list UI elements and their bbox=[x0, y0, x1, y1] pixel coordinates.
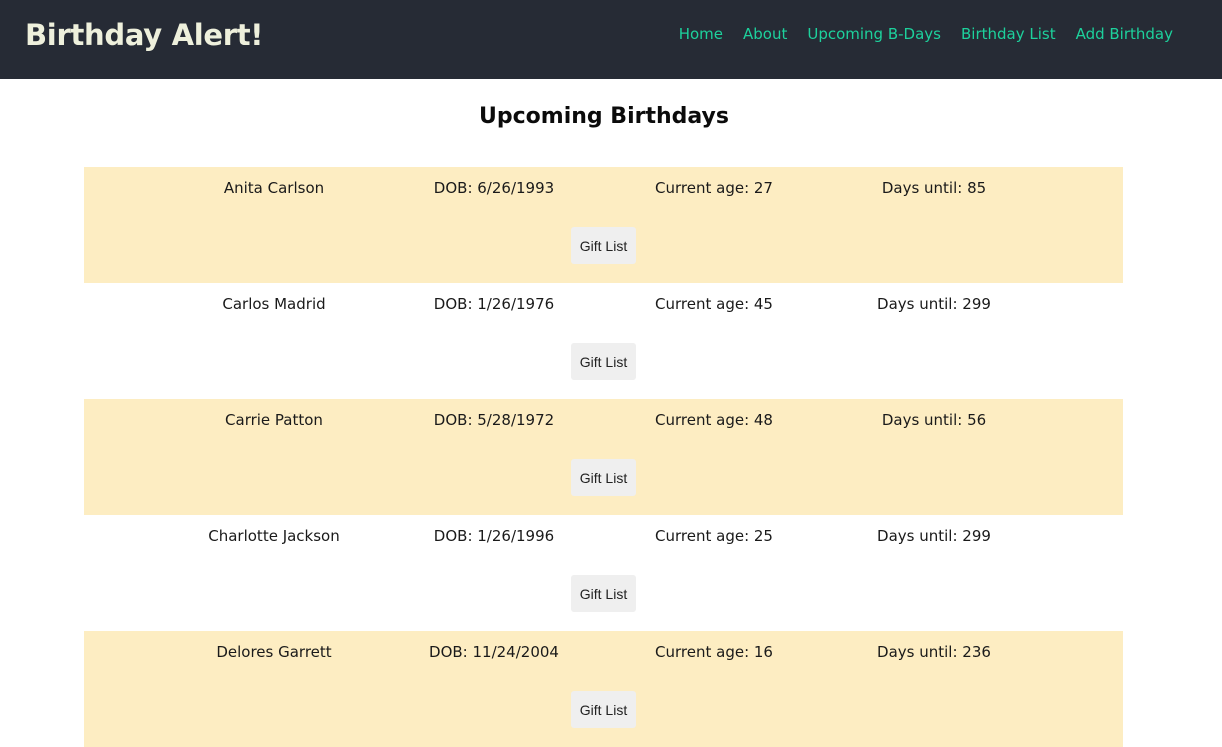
birthday-row: Charlotte Jackson DOB: 1/26/1996 Current… bbox=[84, 515, 1123, 631]
days-until: Days until: 299 bbox=[877, 295, 991, 313]
person-name: Carrie Patton bbox=[225, 411, 323, 429]
gift-list-button[interactable]: Gift List bbox=[571, 575, 636, 612]
date-of-birth: DOB: 11/24/2004 bbox=[429, 643, 559, 661]
days-until: Days until: 56 bbox=[881, 411, 987, 429]
days-until: Days until: 299 bbox=[877, 527, 991, 545]
gift-list-button[interactable]: Gift List bbox=[571, 227, 636, 264]
top-navbar: Birthday Alert! Home About Upcoming B-Da… bbox=[0, 0, 1222, 79]
person-name: Delores Garrett bbox=[216, 643, 332, 661]
current-age: Current age: 45 bbox=[655, 295, 773, 313]
days-until: Days until: 85 bbox=[881, 179, 987, 197]
gift-list-button[interactable]: Gift List bbox=[571, 459, 636, 496]
nav-links: Home About Upcoming B-Days Birthday List… bbox=[679, 23, 1173, 45]
nav-link-upcoming-bdays[interactable]: Upcoming B-Days bbox=[807, 23, 941, 45]
person-name: Anita Carlson bbox=[223, 179, 325, 197]
date-of-birth: DOB: 6/26/1993 bbox=[433, 179, 555, 197]
days-until: Days until: 236 bbox=[877, 643, 991, 661]
date-of-birth: DOB: 5/28/1972 bbox=[433, 411, 555, 429]
person-name: Charlotte Jackson bbox=[208, 527, 340, 545]
gift-list-button[interactable]: Gift List bbox=[571, 691, 636, 728]
gift-list-button[interactable]: Gift List bbox=[571, 343, 636, 380]
current-age: Current age: 48 bbox=[655, 411, 773, 429]
brand-title[interactable]: Birthday Alert! bbox=[25, 16, 264, 54]
birthday-row: Anita Carlson DOB: 6/26/1993 Current age… bbox=[84, 167, 1123, 283]
current-age: Current age: 27 bbox=[655, 179, 773, 197]
nav-link-home[interactable]: Home bbox=[679, 23, 723, 45]
date-of-birth: DOB: 1/26/1996 bbox=[433, 527, 555, 545]
nav-link-add-birthday[interactable]: Add Birthday bbox=[1076, 23, 1173, 45]
birthday-row: Carrie Patton DOB: 5/28/1972 Current age… bbox=[84, 399, 1123, 515]
person-name: Carlos Madrid bbox=[222, 295, 326, 313]
current-age: Current age: 16 bbox=[655, 643, 773, 661]
birthday-row: Carlos Madrid DOB: 1/26/1976 Current age… bbox=[84, 283, 1123, 399]
current-age: Current age: 25 bbox=[655, 527, 773, 545]
date-of-birth: DOB: 1/26/1976 bbox=[433, 295, 555, 313]
birthday-list: Anita Carlson DOB: 6/26/1993 Current age… bbox=[84, 167, 1123, 747]
nav-link-about[interactable]: About bbox=[743, 23, 787, 45]
nav-link-birthday-list[interactable]: Birthday List bbox=[961, 23, 1056, 45]
birthday-row: Delores Garrett DOB: 11/24/2004 Current … bbox=[84, 631, 1123, 747]
page-title: Upcoming Birthdays bbox=[479, 104, 729, 129]
